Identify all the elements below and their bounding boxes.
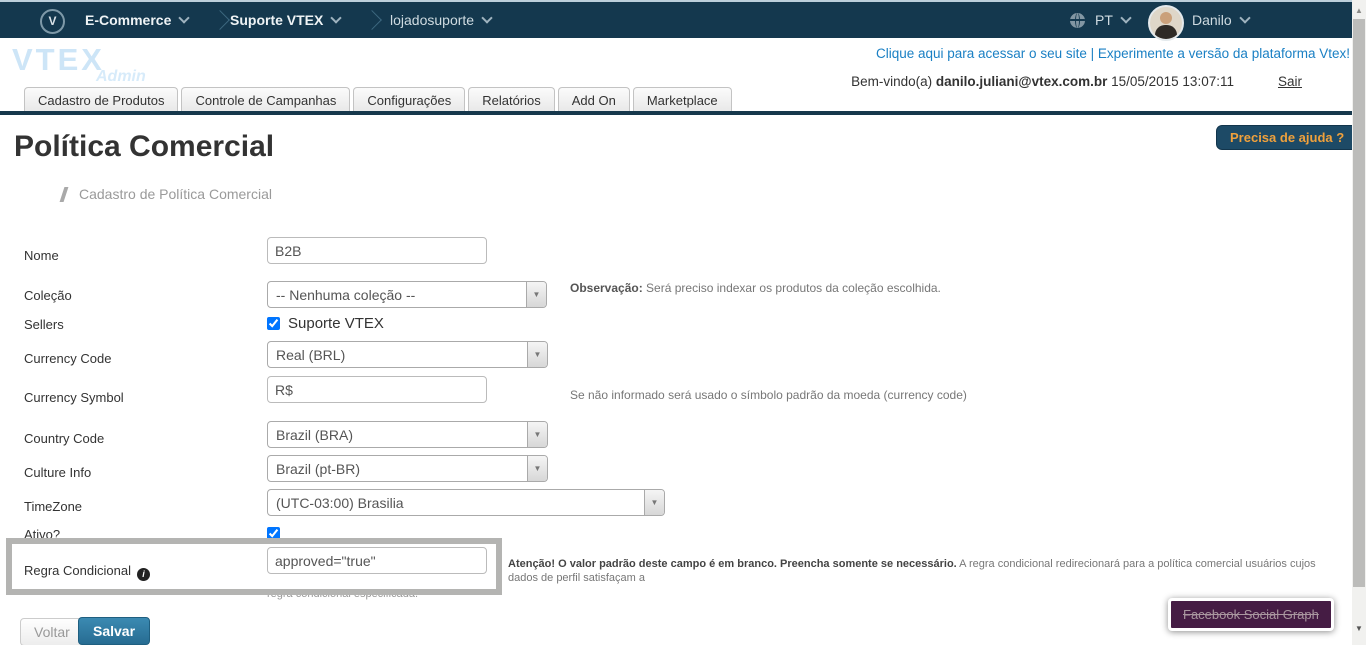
country-code-label: Country Code	[24, 431, 104, 446]
welcome-text: Bem-vindo(a) danilo.juliani@vtex.com.br …	[851, 74, 1234, 89]
language-menu[interactable]: PT	[1095, 2, 1130, 38]
scroll-up-icon[interactable]: ▲	[1352, 4, 1366, 17]
top-navigation-bar: V E-Commerce Suporte VTEX lojadosuporte …	[0, 0, 1352, 38]
session-datetime: 15/05/2015 13:07:11	[1107, 74, 1234, 89]
regra-condicional-label-text: Regra Condicional	[24, 563, 131, 578]
breadcrumb-label: Cadastro de Política Comercial	[79, 186, 272, 202]
store-menu[interactable]: Suporte VTEX	[230, 2, 340, 38]
currency-code-select[interactable]: Real (BRL) ▼	[267, 341, 548, 368]
logout-link[interactable]: Sair	[1278, 74, 1302, 89]
main-tabs: Cadastro de Produtos Controle de Campanh…	[24, 87, 732, 113]
regra-condicional-input[interactable]	[267, 547, 487, 574]
facebook-social-graph-badge[interactable]: Facebook Social Graph	[1168, 598, 1334, 631]
user-email: danilo.juliani@vtex.com.br	[936, 74, 1107, 89]
chevron-down-icon	[179, 12, 190, 23]
colecao-note-rest: Será preciso indexar os produtos da cole…	[643, 281, 941, 295]
tab-controle-de-campanhas[interactable]: Controle de Campanhas	[181, 87, 350, 113]
scroll-down-icon[interactable]: ▼	[1352, 622, 1366, 636]
language-label: PT	[1095, 12, 1113, 28]
help-button[interactable]: Precisa de ajuda ?	[1216, 125, 1358, 150]
salvar-button[interactable]: Salvar	[78, 617, 150, 645]
info-icon[interactable]: i	[137, 568, 150, 581]
country-code-selected-value: Brazil (BRA)	[268, 422, 527, 447]
colecao-select[interactable]: -- Nenhuma coleção -- ▼	[267, 281, 547, 308]
chevron-down-icon	[331, 12, 342, 23]
sellers-option-label: Suporte VTEX	[288, 315, 384, 332]
vtex-admin-logo[interactable]: VTEX	[12, 42, 105, 78]
tab-cadastro-de-produtos[interactable]: Cadastro de Produtos	[24, 87, 178, 113]
colecao-note: Observação: Será preciso indexar os prod…	[570, 281, 941, 295]
currency-symbol-label: Currency Symbol	[24, 390, 124, 405]
chevron-down-icon	[1120, 12, 1131, 23]
breadcrumb: Cadastro de Política Comercial	[62, 186, 272, 202]
currency-code-label: Currency Code	[24, 351, 111, 366]
access-site-link[interactable]: Clique aqui para acessar o seu site	[876, 46, 1087, 61]
timezone-label: TimeZone	[24, 499, 82, 514]
avatar-body	[1155, 25, 1177, 39]
timezone-select[interactable]: (UTC-03:00) Brasilia ▼	[267, 489, 665, 516]
shop-menu[interactable]: lojadosuporte	[390, 2, 491, 38]
try-platform-link[interactable]: Experimente a versão da plataforma Vtex!	[1098, 46, 1350, 61]
dropdown-arrow-icon[interactable]: ▼	[644, 490, 664, 515]
culture-info-label: Culture Info	[24, 465, 91, 480]
vtex-admin-screen: V E-Commerce Suporte VTEX lojadosuporte …	[0, 0, 1366, 645]
regra-warning-bold: Atenção! O valor padrão deste campo é em…	[508, 558, 957, 570]
culture-info-selected-value: Brazil (pt-BR)	[268, 456, 527, 481]
welcome-prefix: Bem-vindo(a)	[851, 74, 936, 89]
voltar-button[interactable]: Voltar	[20, 618, 84, 645]
dropdown-arrow-icon[interactable]: ▼	[527, 456, 547, 481]
culture-info-select[interactable]: Brazil (pt-BR) ▼	[267, 455, 548, 482]
currency-symbol-note: Se não informado será usado o símbolo pa…	[570, 388, 967, 402]
globe-icon	[1070, 13, 1085, 28]
colecao-note-bold: Observação:	[570, 281, 643, 295]
nome-input[interactable]	[267, 237, 487, 264]
link-separator: |	[1087, 46, 1098, 61]
avatar-head	[1160, 12, 1172, 24]
regra-condicional-label: Regra Condicional i	[24, 563, 150, 581]
header-links: Clique aqui para acessar o seu site | Ex…	[876, 46, 1350, 61]
dropdown-arrow-icon[interactable]: ▼	[527, 422, 547, 447]
country-code-select[interactable]: Brazil (BRA) ▼	[267, 421, 548, 448]
account-menu[interactable]: E-Commerce	[85, 2, 188, 38]
scrollbar-thumb[interactable]	[1353, 19, 1365, 587]
dropdown-arrow-icon[interactable]: ▼	[526, 282, 546, 307]
sellers-checkbox[interactable]	[267, 317, 280, 330]
currency-code-selected-value: Real (BRL)	[268, 342, 527, 367]
tab-relatorios[interactable]: Relatórios	[468, 87, 555, 113]
vtex-logo-icon[interactable]: V	[40, 9, 65, 34]
user-menu[interactable]: Danilo	[1192, 2, 1249, 38]
tab-add-on[interactable]: Add On	[558, 87, 630, 113]
breadcrumb-separator-icon	[210, 10, 230, 30]
store-menu-label: Suporte VTEX	[230, 12, 323, 28]
sellers-label: Sellers	[24, 317, 64, 332]
colecao-selected-value: -- Nenhuma coleção --	[268, 282, 526, 307]
tab-configuracoes[interactable]: Configurações	[353, 87, 465, 113]
vtex-admin-logo-sub: Admin	[96, 68, 146, 86]
dropdown-arrow-icon[interactable]: ▼	[527, 342, 547, 367]
tabbar-divider	[0, 111, 1352, 115]
regra-warning-text: Atenção! O valor padrão deste campo é em…	[508, 557, 1338, 585]
chevron-down-icon	[481, 12, 492, 23]
chevron-down-icon	[1239, 12, 1250, 23]
user-avatar[interactable]	[1148, 5, 1184, 41]
slash-icon	[60, 187, 69, 202]
nome-label: Nome	[24, 248, 59, 263]
colecao-label: Coleção	[24, 288, 72, 303]
user-name-label: Danilo	[1192, 12, 1232, 28]
shop-menu-label: lojadosuporte	[390, 12, 474, 28]
account-menu-label: E-Commerce	[85, 12, 171, 28]
timezone-selected-value: (UTC-03:00) Brasilia	[268, 490, 644, 515]
page-title: Política Comercial	[14, 130, 274, 164]
currency-symbol-input[interactable]	[267, 376, 487, 403]
welcome-row: Bem-vindo(a) danilo.juliani@vtex.com.br …	[851, 74, 1302, 89]
tab-marketplace[interactable]: Marketplace	[633, 87, 732, 113]
breadcrumb-separator-icon	[362, 10, 382, 30]
vertical-scrollbar[interactable]: ▲ ▼	[1352, 0, 1366, 645]
